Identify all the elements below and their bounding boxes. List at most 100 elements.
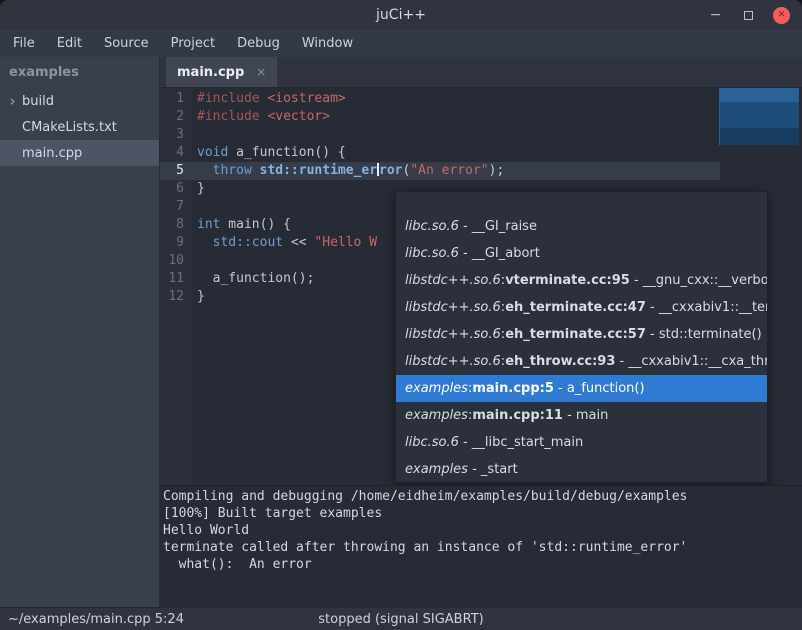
code-token: <iostream> xyxy=(267,91,345,106)
menu-bar: FileEditSourceProjectDebugWindow xyxy=(0,30,802,57)
code-line-3: 3 xyxy=(160,126,802,144)
code-token: <vector> xyxy=(267,109,330,124)
tree-item-cmakelists-txt[interactable]: CMakeLists.txt xyxy=(0,114,159,140)
menu-item-edit[interactable]: Edit xyxy=(46,32,93,55)
line-number: 9 xyxy=(160,234,192,252)
code-text: void a_function() { xyxy=(192,144,346,162)
file-tree: ›buildCMakeLists.txtmain.cpp xyxy=(0,88,159,166)
terminal-output: Compiling and debugging /home/eidheim/ex… xyxy=(160,485,802,607)
code-token: int xyxy=(197,217,220,232)
code-token: main() { xyxy=(220,217,290,232)
code-token: std::runtime_er xyxy=(260,163,377,178)
stack-frame-text: - main xyxy=(563,408,608,423)
code-token: #include xyxy=(197,91,260,106)
stack-frame-row[interactable]: libstdc++.so.6:eh_throw.cc:93 - __cxxabi… xyxy=(396,348,767,375)
stack-frame-row[interactable]: examples:main.cpp:5 - a_function() xyxy=(396,375,767,402)
stack-frame-row[interactable]: libc.so.6 - __GI_raise xyxy=(396,213,767,240)
menu-item-window[interactable]: Window xyxy=(291,32,364,55)
title-bar: juCi++ − ✕ xyxy=(0,0,802,30)
maximize-icon xyxy=(744,11,753,20)
stack-frame-text: libstdc++.so.6 xyxy=(405,327,501,342)
code-token: ); xyxy=(489,163,505,178)
stack-frame-text: libstdc++.so.6 xyxy=(405,273,501,288)
stack-frame-text: - __cxxabiv1::__term xyxy=(646,300,767,315)
stack-frame-row[interactable]: examples:main.cpp:11 - main xyxy=(396,402,767,429)
line-number: 1 xyxy=(160,90,192,108)
stack-frame-row[interactable]: libc.so.6 - __GI_abort xyxy=(396,240,767,267)
chevron-right-icon: › xyxy=(5,92,20,110)
line-number: 12 xyxy=(160,288,192,306)
code-token: "Hello W xyxy=(314,235,377,250)
code-token: } xyxy=(197,181,205,196)
terminal-line: what(): An error xyxy=(163,556,802,573)
code-token: throw xyxy=(213,163,252,178)
stack-frame-text: libc.so.6 xyxy=(405,219,459,234)
terminal-line: [100%] Built target examples xyxy=(163,505,802,522)
status-bar: stopped (signal SIGABRT) ~/examples/main… xyxy=(0,607,802,630)
close-button[interactable]: ✕ xyxy=(773,7,790,24)
code-text xyxy=(192,252,197,270)
stack-frame-text: libstdc++.so.6 xyxy=(405,354,501,369)
stack-frame-text: - __cxxabiv1::__cxa_thro xyxy=(615,354,767,369)
code-token: a_function(); xyxy=(197,271,314,286)
tree-item-main-cpp[interactable]: main.cpp xyxy=(0,140,159,166)
stack-frame-text: libc.so.6 xyxy=(405,435,459,450)
stack-frame-text: main.cpp:5 xyxy=(472,381,554,396)
menu-item-source[interactable]: Source xyxy=(93,32,160,55)
stack-frame-text: eh_terminate.cc:57 xyxy=(505,327,646,342)
stack-frame-text: examples xyxy=(405,408,468,423)
tree-item-build[interactable]: ›build xyxy=(0,88,159,114)
editor-tooltip-window xyxy=(719,88,799,145)
code-token xyxy=(252,163,260,178)
stack-frame-text: eh_throw.cc:93 xyxy=(505,354,615,369)
stack-frame-row[interactable]: libstdc++.so.6:eh_terminate.cc:57 - std:… xyxy=(396,321,767,348)
stack-frame-row[interactable]: libc.so.6 - __libc_start_main xyxy=(396,429,767,456)
code-text: throw std::runtime_error("An error"); xyxy=(192,162,504,180)
stack-frame-text: - __GI_abort xyxy=(459,246,540,261)
stack-frame-text: libstdc++.so.6 xyxy=(405,300,501,315)
tab-main-cpp[interactable]: main.cpp × xyxy=(166,57,277,87)
project-name-header: examples xyxy=(0,57,159,88)
code-line-2: 2#include <vector> xyxy=(160,108,802,126)
terminal-line: Compiling and debugging /home/eidheim/ex… xyxy=(163,488,802,505)
stack-frame-text: - std::terminate() xyxy=(646,327,762,342)
menu-item-project[interactable]: Project xyxy=(160,32,226,55)
app-window: juCi++ − ✕ FileEditSourceProjectDebugWin… xyxy=(0,0,802,630)
maximize-button[interactable] xyxy=(740,7,757,24)
code-text: int main() { xyxy=(192,216,291,234)
stack-frame-text: - __gnu_cxx::__verbos xyxy=(630,273,767,288)
stack-frame-text: examples xyxy=(405,381,468,396)
code-line-4: 4void a_function() { xyxy=(160,144,802,162)
stack-frame-text: - __libc_start_main xyxy=(459,435,583,450)
code-text: std::cout << "Hello W xyxy=(192,234,377,252)
line-number: 3 xyxy=(160,126,192,144)
code-token xyxy=(197,235,213,250)
menu-item-file[interactable]: File xyxy=(2,32,46,55)
terminal-line: terminate called after throwing an insta… xyxy=(163,539,802,556)
stack-frame-text: main.cpp:11 xyxy=(472,408,563,423)
tree-item-label: build xyxy=(22,94,54,109)
menu-item-debug[interactable]: Debug xyxy=(226,32,291,55)
stack-frame-row[interactable]: libstdc++.so.6:vterminate.cc:95 - __gnu_… xyxy=(396,267,767,294)
code-token: #include xyxy=(197,109,260,124)
line-number: 6 xyxy=(160,180,192,198)
stack-frame-text: - a_function() xyxy=(554,381,645,396)
code-token: std::cout xyxy=(213,235,283,250)
code-token: void xyxy=(197,145,228,160)
code-text xyxy=(192,126,197,144)
window-controls: − ✕ xyxy=(707,0,790,30)
code-token: ror xyxy=(379,163,402,178)
code-token: << xyxy=(283,235,314,250)
tree-item-label: main.cpp xyxy=(22,146,82,161)
stack-frame-text: examples xyxy=(405,462,468,477)
tab-label: main.cpp xyxy=(177,65,244,80)
stack-frame-row[interactable]: libstdc++.so.6:eh_terminate.cc:47 - __cx… xyxy=(396,294,767,321)
code-token xyxy=(197,163,213,178)
tab-close-icon[interactable]: × xyxy=(256,65,266,79)
minimize-button[interactable]: − xyxy=(707,7,724,24)
stack-trace-popup: libc.so.6 - __GI_raiselibc.so.6 - __GI_a… xyxy=(395,191,768,483)
code-text: #include <iostream> xyxy=(192,90,346,108)
editor[interactable]: 1#include <iostream>2#include <vector>34… xyxy=(160,88,802,485)
stack-frame-row[interactable]: examples - _start xyxy=(396,456,767,483)
line-number: 8 xyxy=(160,216,192,234)
